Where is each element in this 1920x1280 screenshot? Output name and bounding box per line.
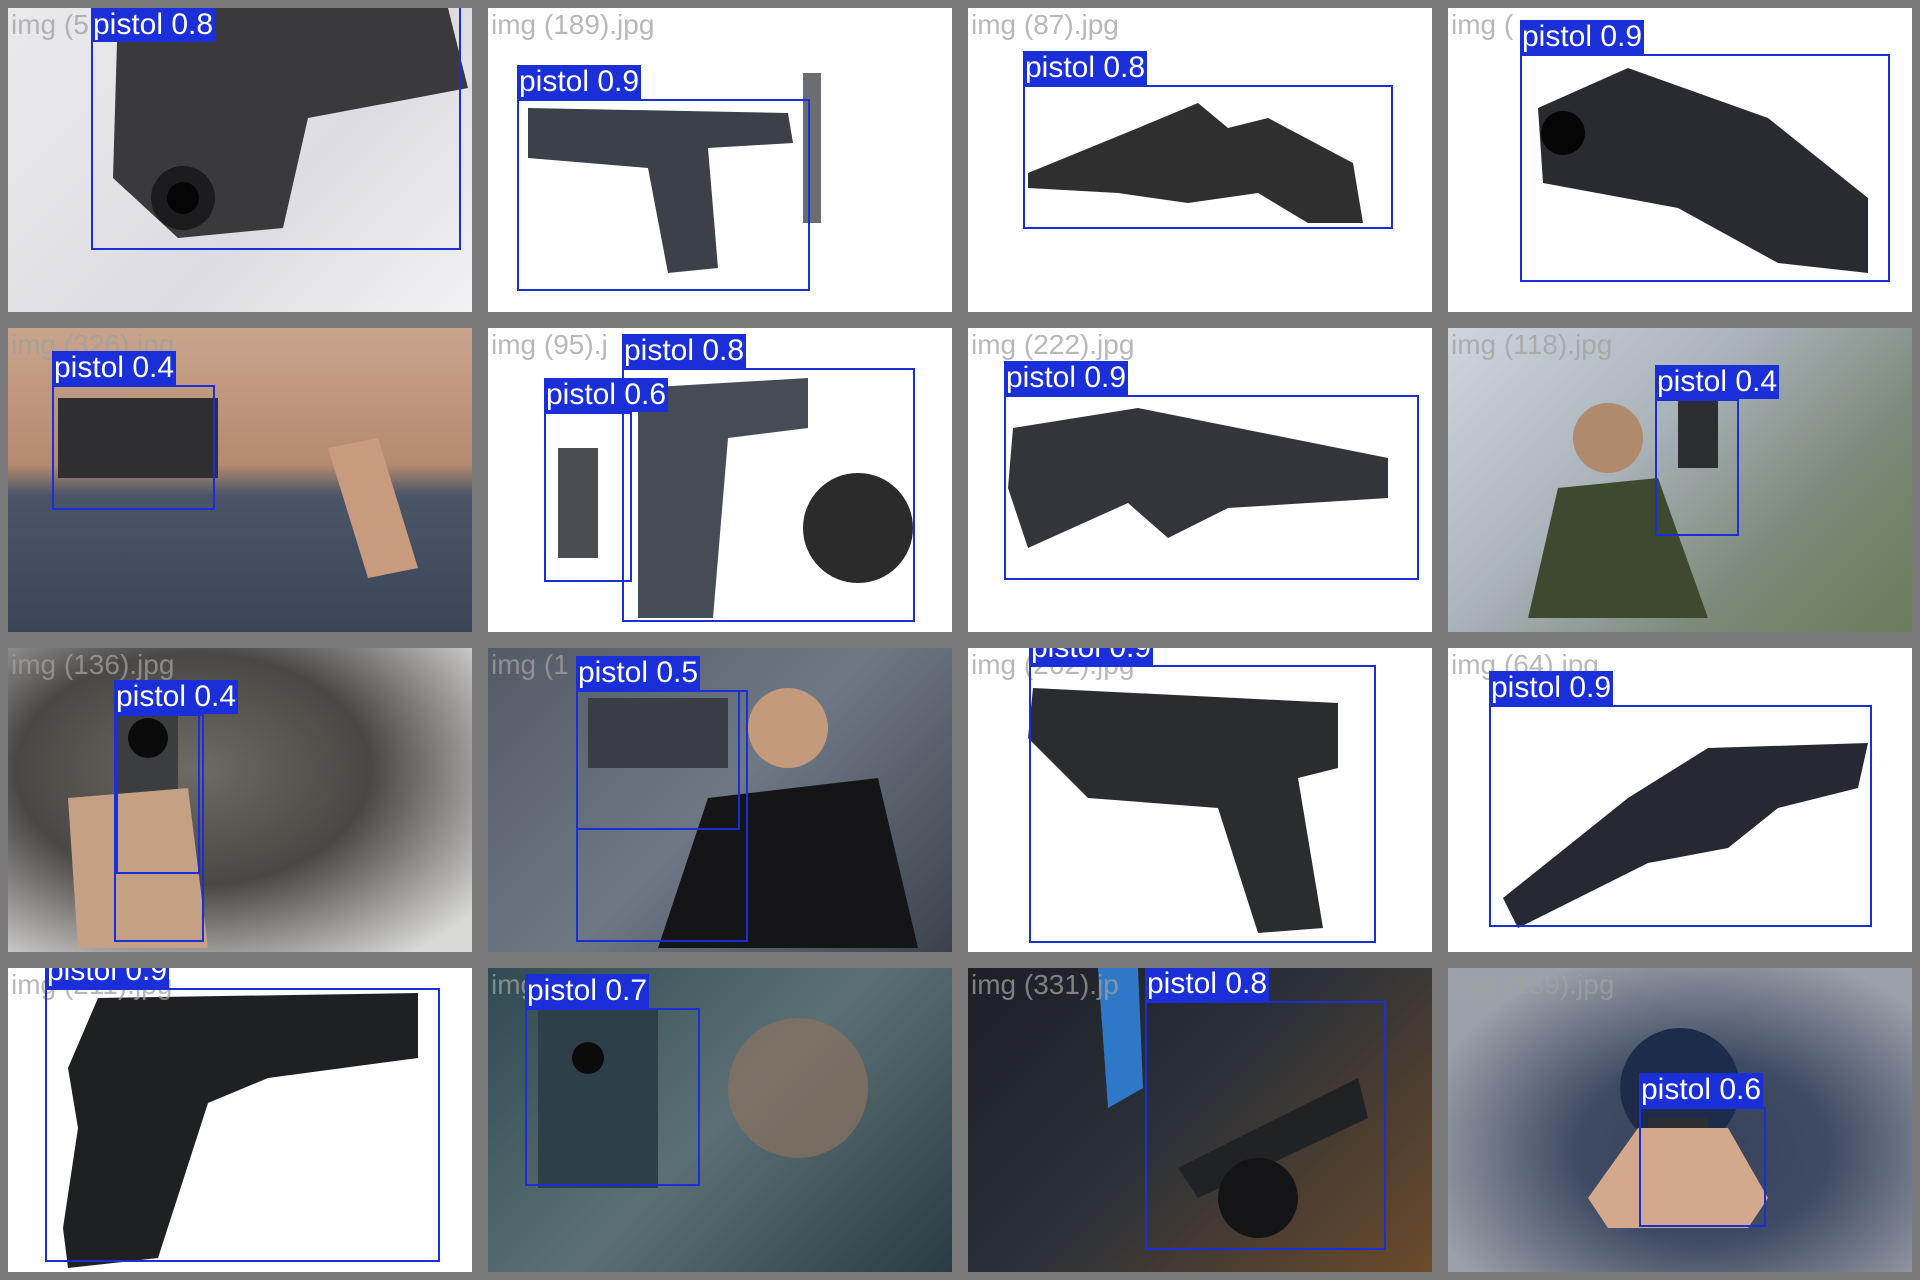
- detection-box: [1489, 705, 1872, 927]
- image-tile: img pistol 0.7: [480, 960, 960, 1280]
- detection-label: pistol 0.9: [517, 65, 642, 99]
- detection-results-grid: img (5 pistol 0.8 img (189).jpg pistol 0…: [0, 0, 1920, 1280]
- image-tile: img (222).jpg pistol 0.9: [960, 320, 1440, 640]
- image-tile: img (211).jpg pistol 0.9: [0, 960, 480, 1280]
- detection-label: pistol 0.8: [622, 334, 747, 368]
- detection-label: pistol 0.8: [1145, 967, 1270, 1001]
- detection-box: [1639, 1107, 1766, 1227]
- image-filename: img (222).jpg: [971, 329, 1135, 360]
- detection-label: pistol 0.7: [525, 974, 650, 1008]
- image-tile: img (139).jpg pistol 0.6: [1440, 960, 1920, 1280]
- detection-label: pistol 0.8: [1023, 51, 1148, 85]
- detection-box: [1004, 395, 1419, 580]
- detection-box: [1023, 85, 1393, 229]
- detection-label: pistol 0.9: [1029, 648, 1154, 665]
- detection-label: pistol 0.4: [1655, 365, 1780, 399]
- detection-box: [116, 714, 200, 874]
- image-filename: img (189).jpg: [491, 9, 655, 40]
- image-tile: img (262).jpg pistol 0.9: [960, 640, 1440, 960]
- detection-label: pistol 0.9: [1520, 20, 1645, 54]
- image-tile: img (189).jpg pistol 0.9: [480, 0, 960, 320]
- detection-box: [45, 988, 440, 1262]
- detection-label: pistol 0.9: [1489, 671, 1614, 705]
- detection-box: [517, 99, 810, 291]
- detection-box: [544, 412, 632, 582]
- image-filename: img (95).j: [491, 329, 608, 360]
- detection-box: [1029, 665, 1376, 943]
- image-filename: img (136).jpg: [11, 649, 175, 680]
- detection-box: [1145, 1001, 1386, 1250]
- image-tile: img (331).jp pistol 0.8: [960, 960, 1440, 1280]
- detection-label: pistol 0.6: [544, 378, 669, 412]
- image-tile: img (95).j pistol 0.8 pistol 0.6: [480, 320, 960, 640]
- image-filename: img (118).jpg: [1451, 329, 1613, 360]
- image-filename: img (1: [491, 649, 569, 680]
- image-tile: img (5 pistol 0.8: [0, 0, 480, 320]
- detection-box: [91, 8, 461, 250]
- detection-label: pistol 0.5: [576, 656, 701, 690]
- detection-label: pistol 0.4: [52, 351, 177, 385]
- image-tile: img (136).jpg pistol 0.4: [0, 640, 480, 960]
- pistol-muzzle-photo: [68, 703, 208, 948]
- image-tile: img (64).jpg pistol 0.9: [1440, 640, 1920, 960]
- image-filename: img (5: [11, 9, 89, 40]
- image-tile: img (87).jpg pistol 0.8: [960, 0, 1440, 320]
- image-filename: img (139).jpg: [1451, 969, 1615, 1000]
- image-tile: img (326).jpg pistol 0.4: [0, 320, 480, 640]
- detection-label: pistol 0.9: [1004, 361, 1129, 395]
- detection-box: [525, 1008, 700, 1186]
- image-tile: img (118).jpg pistol 0.4: [1440, 320, 1920, 640]
- detection-box: [1655, 399, 1739, 536]
- detection-box: [52, 385, 215, 510]
- image-tile: img ( pistol 0.9: [1440, 0, 1920, 320]
- detection-label: pistol 0.9: [45, 968, 170, 988]
- detection-label: pistol 0.6: [1639, 1073, 1764, 1107]
- detection-box: [576, 690, 740, 830]
- detection-box: [1520, 54, 1890, 282]
- image-filename: img (331).jp: [971, 969, 1119, 1000]
- detection-label: pistol 0.8: [91, 8, 216, 42]
- image-filename: img (87).jpg: [971, 9, 1119, 40]
- image-tile: img (1 pistol 0.5: [480, 640, 960, 960]
- detection-label: pistol 0.4: [114, 680, 239, 714]
- image-filename: img (: [1451, 9, 1514, 40]
